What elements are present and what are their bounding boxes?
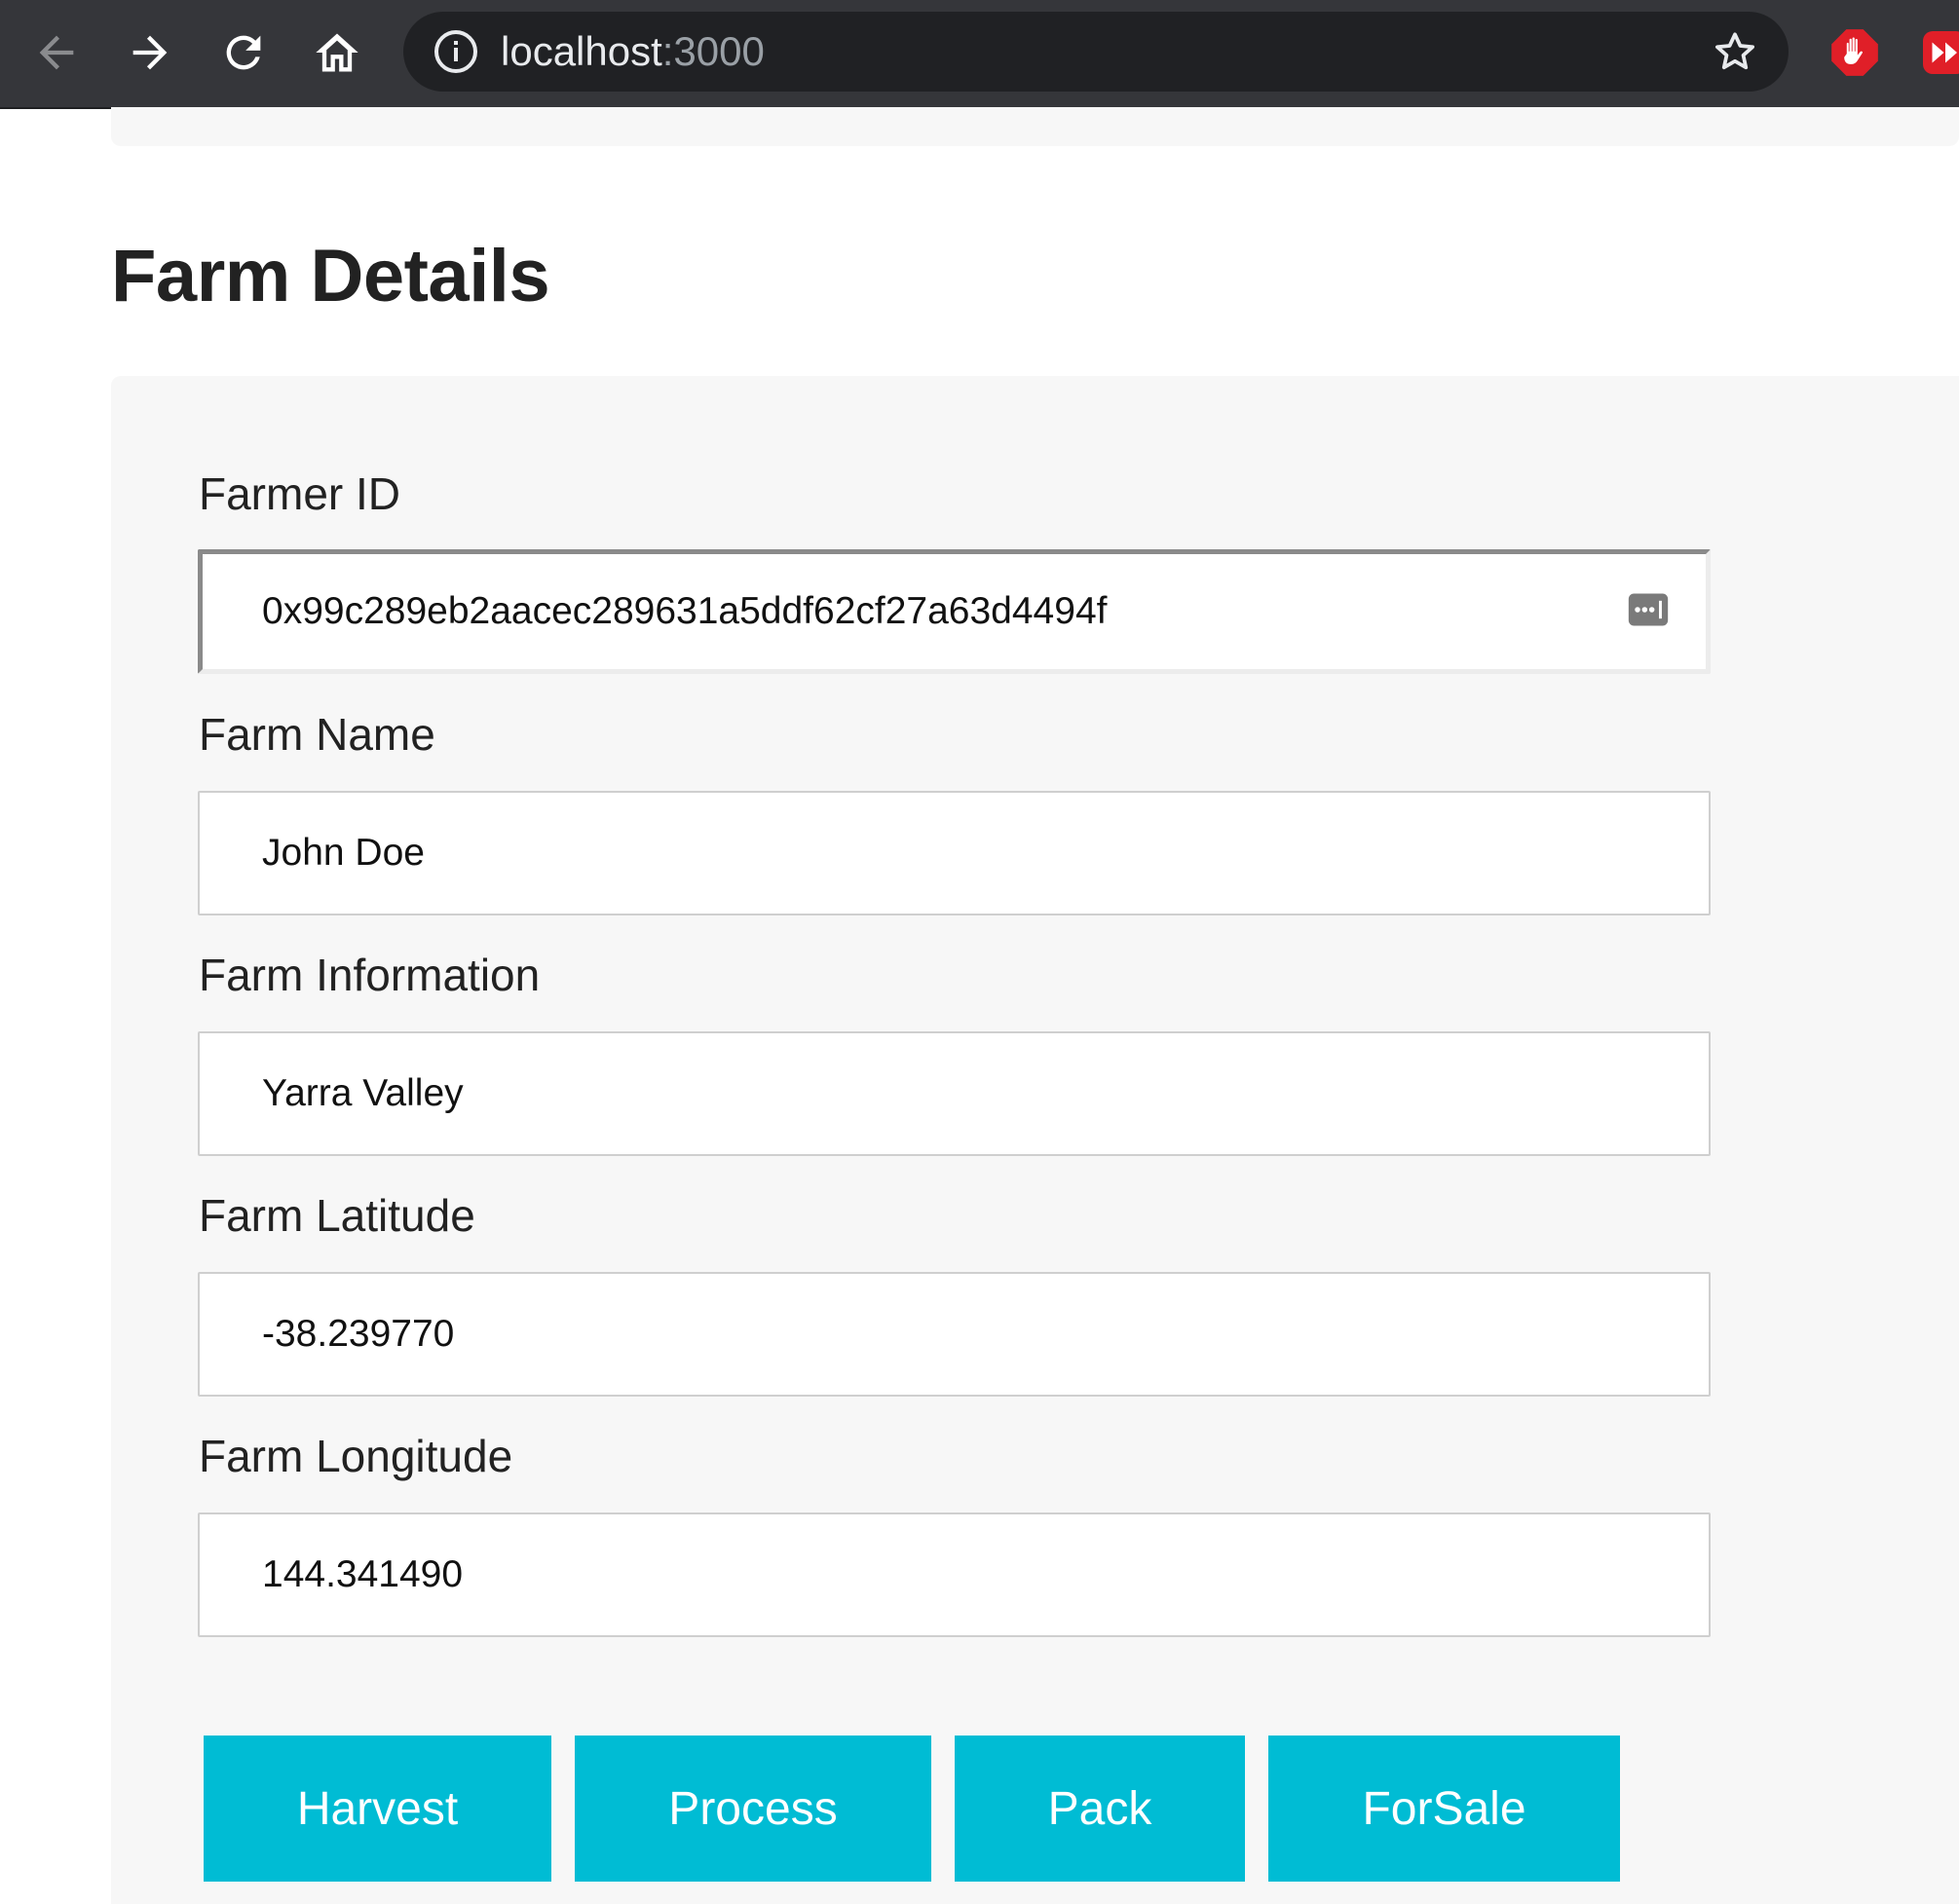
header-card (111, 107, 1959, 146)
home-button[interactable] (306, 21, 368, 84)
arrow-left-icon (39, 35, 74, 70)
star-icon[interactable] (1711, 27, 1759, 76)
arrow-right-icon (132, 35, 168, 70)
farm-name-input[interactable] (198, 791, 1711, 915)
farm-information-label: Farm Information (199, 950, 541, 1000)
farm-name-label: Farm Name (199, 709, 435, 760)
forward-button[interactable] (119, 21, 181, 84)
farmer-id-label: Farmer ID (199, 468, 400, 519)
url-text[interactable]: localhost:3000 (501, 12, 765, 92)
browser-toolbar: localhost:3000 (0, 0, 1959, 109)
address-bar[interactable]: localhost:3000 (403, 12, 1789, 92)
back-button[interactable] (25, 21, 88, 84)
farm-latitude-input[interactable] (198, 1272, 1711, 1397)
farm-information-input[interactable] (198, 1031, 1711, 1156)
stop-hand-icon[interactable] (1829, 27, 1880, 78)
harvest-button[interactable]: Harvest (204, 1736, 551, 1882)
farm-latitude-label: Farm Latitude (199, 1190, 475, 1241)
fast-forward-icon (1932, 42, 1957, 63)
reload-icon (226, 35, 261, 70)
url-host: localhost (501, 28, 662, 74)
farm-longitude-input[interactable] (198, 1512, 1711, 1637)
password-manager-icon[interactable] (1627, 588, 1670, 631)
pack-button[interactable]: Pack (955, 1736, 1245, 1882)
info-icon[interactable] (433, 28, 479, 75)
process-button[interactable]: Process (575, 1736, 931, 1882)
forsale-button[interactable]: ForSale (1268, 1736, 1620, 1882)
media-extension-button[interactable] (1923, 31, 1959, 74)
farmer-id-input[interactable] (198, 549, 1711, 674)
home-icon (316, 33, 358, 72)
url-port: :3000 (661, 28, 765, 74)
page-title: Farm Details (111, 235, 550, 317)
farm-longitude-label: Farm Longitude (199, 1431, 513, 1481)
reload-button[interactable] (212, 21, 275, 84)
